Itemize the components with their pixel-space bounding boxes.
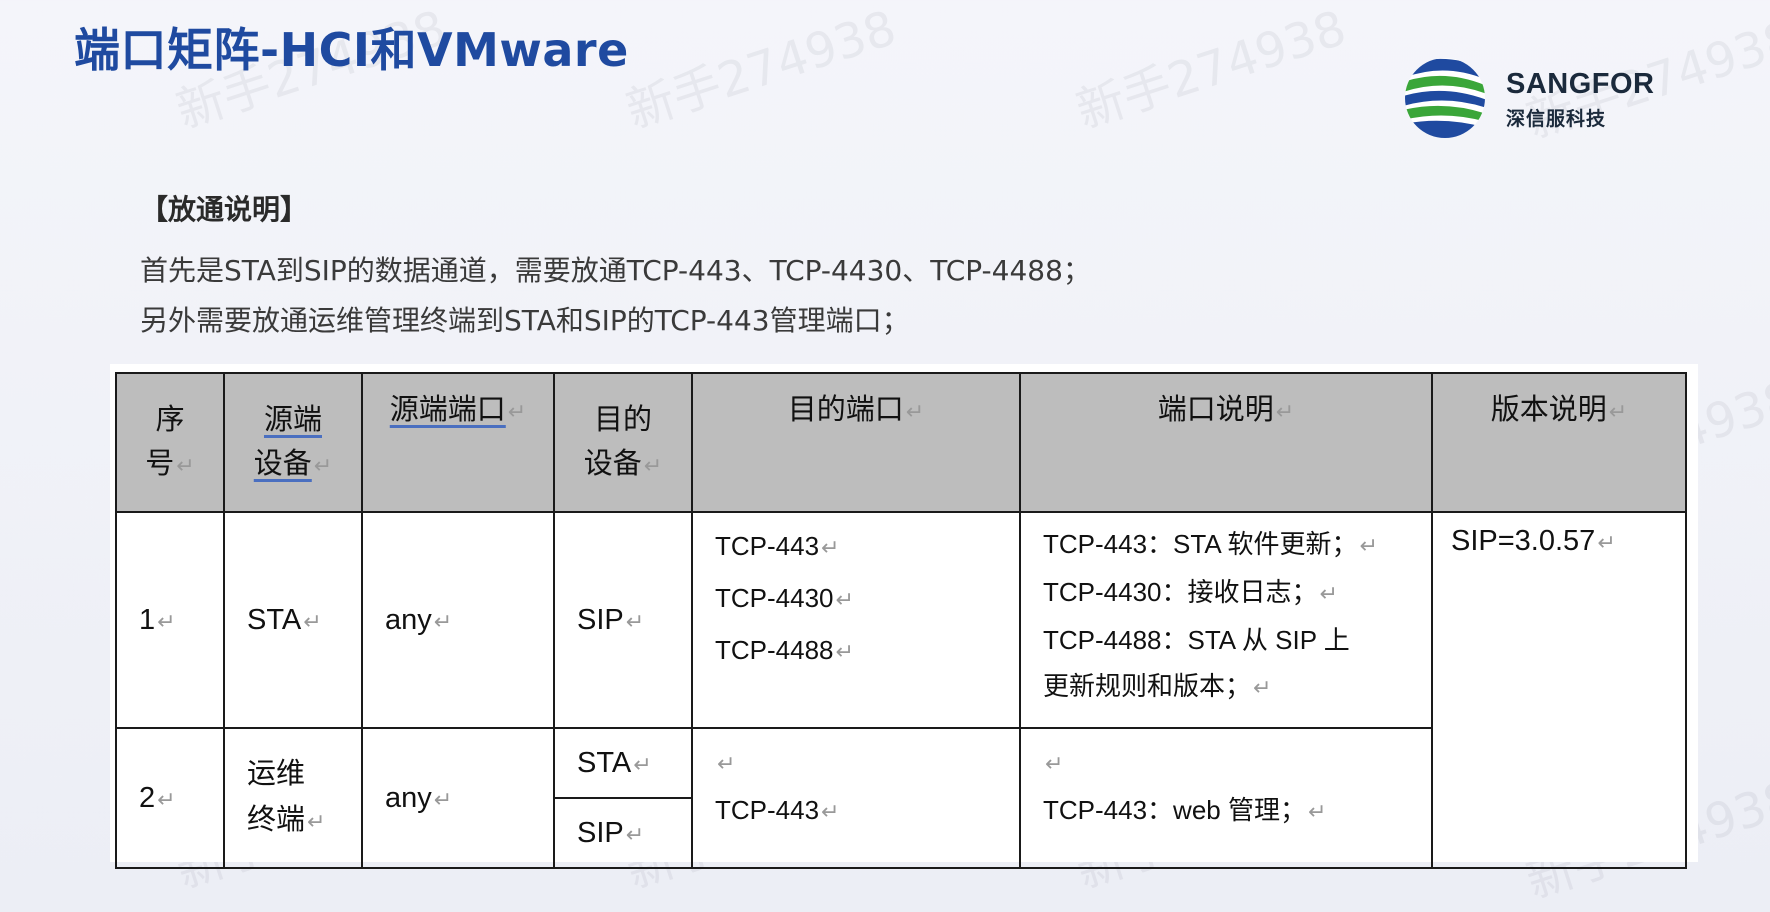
logo-wordmark: SANGFOR <box>1506 68 1655 100</box>
watermark: 新手274938 <box>1069 0 1353 140</box>
row2-seq: 2↵ <box>115 727 225 869</box>
header-src-port: 源端端口↵ <box>361 372 555 513</box>
notes-line: 另外需要放通运维管理终端到STA和SIP的TCP-443管理端口； <box>140 304 910 337</box>
release-notes: 【放通说明】 首先是STA到SIP的数据通道，需要放通TCP-443、TCP-4… <box>140 188 1091 346</box>
sangfor-logo: SANGFOR 深信服科技 <box>1403 56 1663 142</box>
table-row: 1↵ STA↵ any↵ SIP↵ TCP-443↵ TCP-4430↵ TCP… <box>115 511 1687 869</box>
logo-subtitle: 深信服科技 <box>1506 108 1607 130</box>
row1-dst-device: SIP↵ <box>553 511 693 729</box>
row1-src-device: STA↵ <box>223 511 363 729</box>
header-src-device: 源端 设备↵ <box>223 372 363 513</box>
row1-dst-ports: TCP-443↵ TCP-4430↵ TCP-4488↵ <box>691 511 1021 729</box>
port-matrix-panel: 序号↵ 源端 设备↵ 源端端口↵ 目的 设备↵ 目的端口↵ 端口说明↵ 版本说明↵ … <box>110 364 1698 869</box>
row2-dst-device-sta: STA↵ <box>553 727 693 799</box>
row1-port-desc: TCP-443：STA 软件更新；↵ TCP-4430：接收日志；↵ TCP-4… <box>1019 511 1433 729</box>
row2-dst-port: ↵ TCP-443↵ <box>691 727 1021 869</box>
table-header-row: 序号↵ 源端 设备↵ 源端端口↵ 目的 设备↵ 目的端口↵ 端口说明↵ 版本说明↵ <box>115 372 1687 513</box>
row2-dst-device-sip: SIP↵ <box>553 797 693 869</box>
header-seq: 序号↵ <box>115 372 225 513</box>
row2-port-desc: ↵ TCP-443：web 管理；↵ <box>1019 727 1433 869</box>
header-port-desc: 端口说明↵ <box>1019 372 1433 513</box>
sangfor-globe-icon <box>1405 58 1485 138</box>
header-dst-device: 目的 设备↵ <box>553 372 693 513</box>
row2-src-port: any↵ <box>361 727 555 869</box>
row1-seq: 1↵ <box>115 511 225 729</box>
notes-heading: 【放通说明】 <box>140 193 309 226</box>
row2-src-device: 运维 终端↵ <box>223 727 363 869</box>
header-dst-port: 目的端口↵ <box>691 372 1021 513</box>
slide-title: 端口矩阵-HCI和VMware <box>74 23 629 77</box>
port-matrix-table: 序号↵ 源端 设备↵ 源端端口↵ 目的 设备↵ 目的端口↵ 端口说明↵ 版本说明↵ … <box>115 372 1687 869</box>
header-version: 版本说明↵ <box>1431 372 1687 513</box>
row1-version: SIP=3.0.57↵ <box>1431 511 1687 869</box>
watermark: 新手274938 <box>619 0 903 140</box>
row1-src-port: any↵ <box>361 511 555 729</box>
notes-line: 首先是STA到SIP的数据通道，需要放通TCP-443、TCP-4430、TCP… <box>140 254 1091 287</box>
